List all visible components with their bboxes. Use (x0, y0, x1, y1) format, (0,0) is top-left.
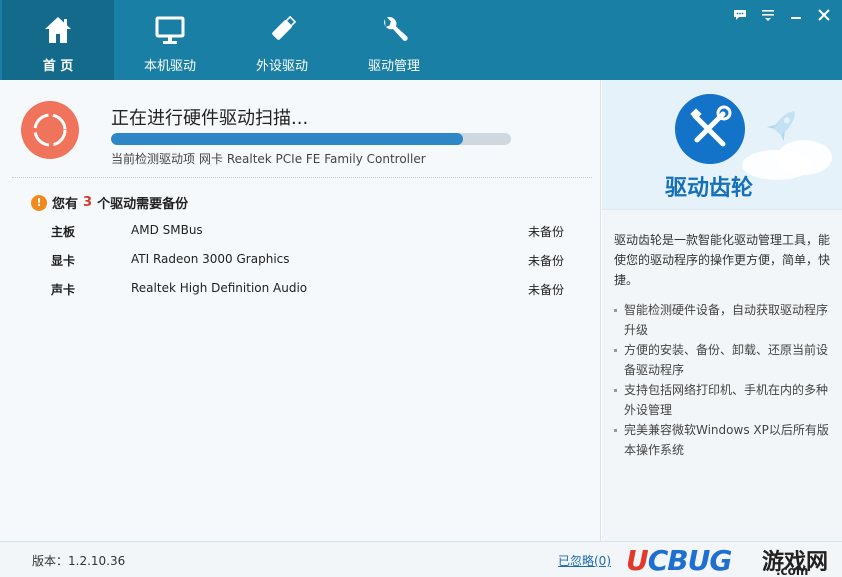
feature-item: 完美兼容微软Windows XP以后所有版本操作系统 (614, 420, 834, 460)
tab-home[interactable]: 首 页 (2, 0, 114, 80)
tab-label: 驱动管理 (367, 59, 420, 74)
close-button[interactable] (814, 6, 834, 24)
scan-spinner-icon (21, 101, 79, 159)
product-description: 驱动齿轮是一款智能化驱动管理工具，能使您的驱动程序的操作更方便，简单，快捷。 (614, 233, 831, 287)
divider (12, 177, 592, 178)
driver-type: 主板 (51, 225, 76, 239)
tab-driver-management[interactable]: 驱动管理 (338, 0, 450, 80)
warning-icon: ! (31, 194, 47, 211)
scan-status-title: 正在进行硬件驱动扫描... (111, 108, 309, 129)
scan-progress-fill (111, 133, 463, 145)
driver-type: 显卡 (51, 254, 76, 268)
watermark-logo: UCBUG 游戏网 .com (626, 542, 842, 577)
brand-name: 驱动齿轮 (665, 176, 754, 201)
tab-label: 外设驱动 (255, 59, 308, 74)
usb-drive-icon (272, 15, 297, 40)
current-scan-item: 当前检测驱动项 网卡 Realtek PCIe FE Family Control… (111, 150, 426, 167)
backup-notice-before: 您有 (52, 197, 79, 212)
tab-label: 首 页 (42, 59, 74, 74)
feature-item: 方便的安装、备份、卸载、还原当前设备驱动程序 (614, 340, 834, 380)
scan-item-prefix: 当前检测驱动项 (111, 152, 196, 166)
window-controls (730, 6, 834, 24)
backup-notice: ! 您有 3 个驱动需要备份 (31, 193, 188, 212)
tab-peripheral-drivers[interactable]: 外设驱动 (226, 0, 338, 80)
scan-item-value: 网卡 Realtek PCIe FE Family Controller (199, 152, 426, 166)
version-label: 版本：1.2.10.36 (32, 554, 126, 568)
driver-name: ATI Radeon 3000 Graphics (131, 252, 290, 266)
monitor-icon (155, 16, 185, 44)
watermark-domain: .com (776, 564, 809, 577)
wrench-icon (384, 17, 408, 41)
menu-button[interactable] (758, 6, 778, 24)
driver-status: 未备份 (528, 283, 565, 297)
home-icon (45, 17, 71, 43)
feature-item: 智能检测硬件设备，自动获取驱动程序升级 (614, 300, 834, 340)
menu-icon (762, 10, 774, 21)
close-icon (818, 9, 830, 21)
watermark-logo-rest: CBUG (647, 544, 733, 577)
feedback-icon (734, 10, 746, 20)
driver-row: 显卡 ATI Radeon 3000 Graphics 未备份 (0, 252, 601, 274)
ignored-drivers-link[interactable]: 已忽略(0) (558, 552, 611, 569)
brand-banner: 驱动齿轮 (602, 80, 842, 210)
driver-name: Realtek High Definition Audio (131, 281, 308, 295)
status-bar: 版本：1.2.10.36 已忽略(0) UCBUG 游戏网 .com (0, 541, 842, 577)
tab-label: 本机驱动 (143, 59, 196, 74)
top-nav-bar: 首 页 本机驱动 外设驱动 驱动管理 (0, 0, 842, 80)
driver-row: 声卡 Realtek High Definition Audio 未备份 (0, 281, 601, 303)
brand-logo (675, 94, 745, 164)
rocket-icon (766, 111, 795, 142)
minimize-icon (791, 17, 801, 19)
driver-row: 主板 AMD SMBus 未备份 (0, 223, 601, 245)
tab-local-drivers[interactable]: 本机驱动 (114, 0, 226, 80)
feature-item: 支持包括网络打印机、手机在内的多种外设管理 (614, 380, 834, 420)
minimize-button[interactable] (786, 6, 806, 24)
driver-type: 声卡 (51, 283, 76, 297)
watermark-logo-u: U (626, 544, 649, 577)
driver-status: 未备份 (528, 225, 565, 239)
scan-progress-bar (111, 133, 511, 145)
backup-notice-after: 个驱动需要备份 (97, 197, 189, 212)
backup-count: 3 (83, 195, 93, 210)
driver-status: 未备份 (528, 254, 565, 268)
feedback-button[interactable] (730, 6, 750, 24)
tools-icon (690, 105, 732, 147)
driver-name: AMD SMBus (131, 223, 203, 237)
